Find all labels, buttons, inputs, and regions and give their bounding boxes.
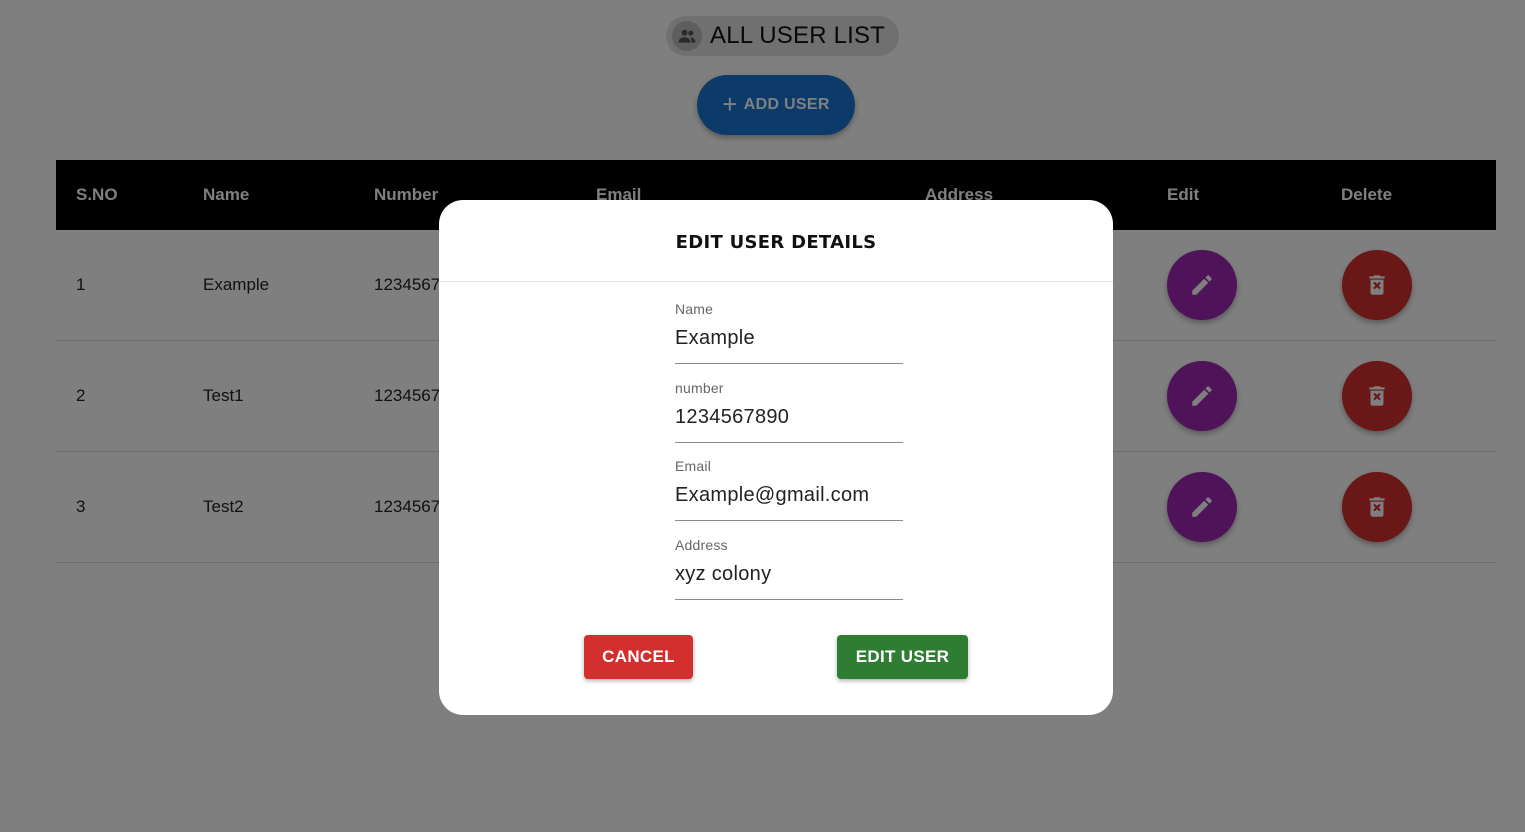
address-input[interactable]: [675, 563, 903, 586]
dialog-title: EDIT USER DETAILS: [439, 200, 1113, 282]
name-field-label: Name: [675, 301, 714, 317]
cancel-button[interactable]: CANCEL: [584, 635, 693, 679]
address-field: Address: [675, 537, 903, 600]
email-field: Email: [675, 458, 903, 521]
number-field-label: number: [675, 380, 724, 396]
address-field-label: Address: [675, 537, 728, 553]
email-input[interactable]: [675, 484, 903, 507]
name-field: Name: [675, 301, 903, 364]
edit-user-dialog: EDIT USER DETAILS Name number Email Addr…: [439, 200, 1113, 715]
name-input[interactable]: [675, 327, 903, 350]
email-field-label: Email: [675, 458, 712, 474]
number-field: number: [675, 380, 903, 443]
edit-user-button[interactable]: EDIT USER: [837, 635, 968, 679]
number-input[interactable]: [675, 406, 903, 429]
